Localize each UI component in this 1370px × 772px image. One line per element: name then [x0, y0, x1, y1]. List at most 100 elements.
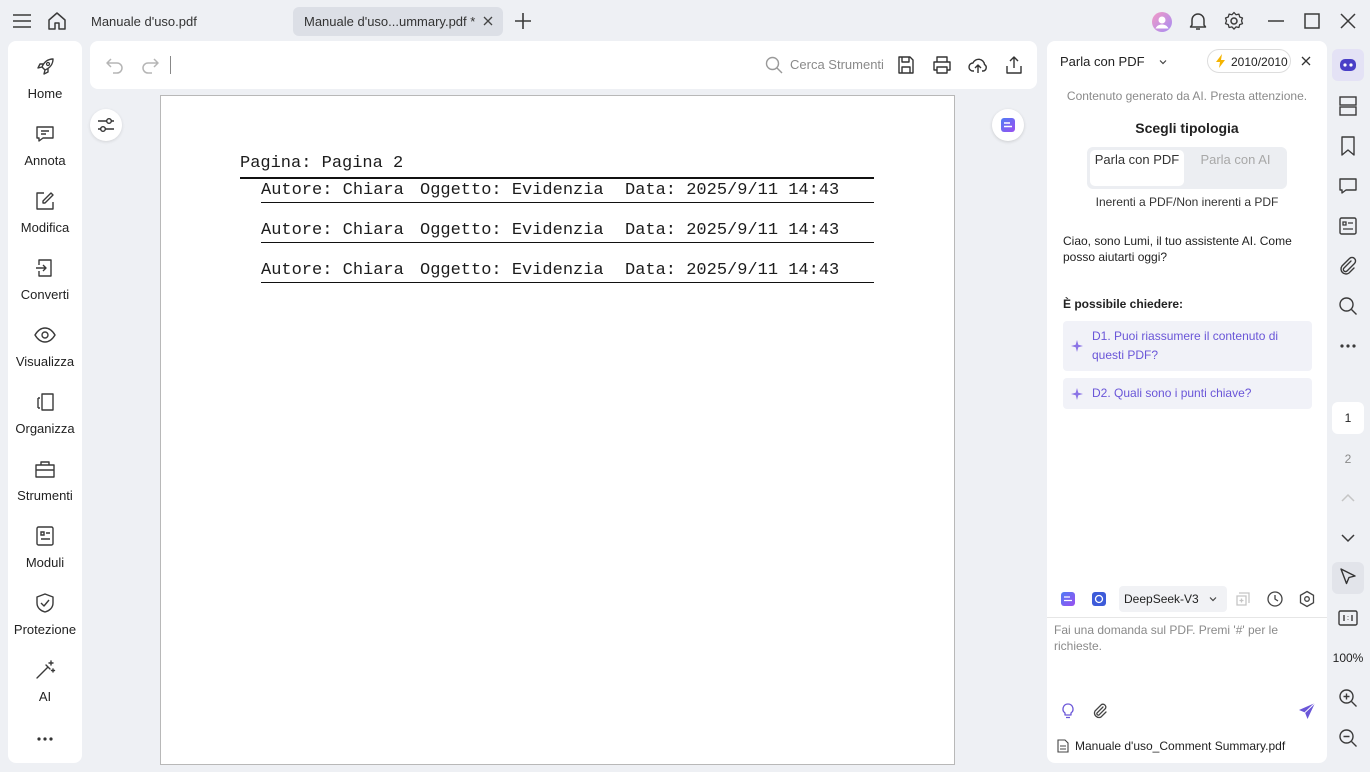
search-icon[interactable] [764, 55, 784, 75]
nav-label: Converti [20, 287, 70, 302]
segment-caption: Inerenti a PDF/Non inerenti a PDF [1095, 195, 1279, 209]
nav-home[interactable]: Home [8, 56, 82, 118]
ai-assistant-button[interactable] [992, 109, 1024, 141]
nav-organizza[interactable]: Organizza [8, 391, 82, 453]
chevron-down-icon[interactable] [1157, 56, 1169, 68]
rocket-icon [34, 56, 56, 78]
select-tool-button[interactable] [1332, 562, 1364, 594]
cloud-upload-icon[interactable] [968, 55, 988, 75]
page-number[interactable]: 2 [1332, 452, 1364, 466]
page-number-current[interactable]: 1 [1332, 411, 1364, 425]
eye-icon [34, 324, 56, 346]
undo-icon[interactable] [105, 55, 125, 75]
redo-icon[interactable] [140, 55, 160, 75]
home-icon[interactable] [47, 11, 67, 31]
chat-input[interactable]: Fai una domanda sul PDF. Premi '#' per l… [1054, 622, 1309, 654]
chat-mode-select[interactable]: Parla con PDF [1060, 54, 1145, 69]
nav-label: Annota [24, 153, 66, 168]
nav-strumenti[interactable]: Strumenti [8, 458, 82, 520]
model-name: DeepSeek-V3 [1124, 592, 1199, 606]
gear-icon[interactable] [1224, 11, 1244, 31]
tab-label: Manuale d'uso...ummary.pdf * [304, 14, 476, 29]
comment-date: Data: 2025/9/11 14:43 [625, 221, 840, 240]
cursor-icon [1340, 568, 1356, 585]
nav-modifica[interactable]: Modifica [8, 190, 82, 252]
send-icon[interactable] [1298, 702, 1316, 720]
bell-icon[interactable] [1188, 11, 1208, 31]
nav-moduli[interactable]: Moduli [8, 525, 82, 587]
save-icon[interactable] [896, 55, 916, 75]
suggested-question[interactable]: D2. Quali sono i punti chiave? [1063, 378, 1312, 409]
ai-assistant-icon [1001, 118, 1015, 132]
zoom-out-icon[interactable] [1337, 727, 1359, 749]
comments-icon[interactable] [1337, 175, 1359, 197]
nav-label: Strumenti [17, 488, 73, 503]
nav-protezione[interactable]: Protezione [8, 592, 82, 654]
toolbar: Cerca Strumenti [90, 41, 1037, 89]
bookmark-icon[interactable] [1337, 135, 1359, 157]
form-fields-icon[interactable] [1337, 215, 1359, 237]
assistant-greeting: Ciao, sono Lumi, il tuo assistente AI. C… [1063, 234, 1292, 264]
segment-talk-ai[interactable]: Parla con AI [1187, 150, 1284, 186]
tab-summary[interactable]: Manuale d'uso...ummary.pdf * [293, 7, 503, 36]
nav-ai[interactable]: AI [8, 659, 82, 721]
pdf-chat-icon[interactable] [1059, 590, 1077, 608]
suggested-question[interactable]: D1. Puoi riassumere il contenuto di ques… [1063, 321, 1312, 371]
maximize-icon[interactable] [1302, 11, 1322, 31]
edit-icon [34, 190, 56, 212]
actual-size-icon[interactable] [1337, 607, 1359, 629]
nav-label: Moduli [25, 555, 65, 570]
history-icon[interactable] [1266, 590, 1284, 608]
comment-date: Data: 2025/9/11 14:43 [625, 181, 840, 200]
nav-visualizza[interactable]: Visualizza [8, 324, 82, 386]
rail-ai-chat[interactable] [1332, 49, 1364, 81]
close-tab-icon[interactable] [482, 15, 494, 27]
new-chat-icon[interactable] [1234, 590, 1252, 608]
nav-label: Modifica [20, 220, 70, 235]
view-settings-button[interactable] [90, 109, 122, 141]
search-icon[interactable] [1337, 295, 1359, 317]
question-text: D2. Quali sono i punti chiave? [1092, 386, 1252, 400]
page-layout-icon[interactable] [1337, 95, 1359, 117]
page-heading: Pagina: Pagina 2 [240, 154, 404, 173]
new-tab-icon[interactable] [513, 11, 533, 31]
chat-settings-icon[interactable] [1298, 590, 1316, 608]
comment-subject: Oggetto: Evidenzia [420, 221, 604, 240]
toolbox-icon [34, 458, 56, 480]
chat-panel: Parla con PDF 2010/2010 Contenuto genera… [1047, 41, 1327, 763]
zoom-level[interactable]: 100% [1330, 651, 1366, 665]
chevron-up-icon[interactable] [1337, 487, 1359, 509]
print-icon[interactable] [932, 55, 952, 75]
comment-rule [261, 202, 874, 203]
close-panel-icon[interactable] [1300, 55, 1312, 67]
menu-icon[interactable] [12, 11, 32, 31]
credits-badge[interactable]: 2010/2010 [1207, 49, 1291, 73]
lightbulb-icon[interactable] [1059, 702, 1077, 720]
search-tools-input[interactable]: Cerca Strumenti [790, 57, 884, 72]
segment-talk-pdf[interactable]: Parla con PDF [1090, 150, 1184, 186]
ai-model-icon[interactable] [1090, 590, 1108, 608]
more-icon[interactable] [1337, 335, 1359, 357]
nav-label: AI [38, 689, 52, 704]
attach-icon[interactable] [1091, 702, 1109, 720]
comment-rule [261, 282, 874, 283]
minimize-icon[interactable] [1266, 11, 1286, 31]
chevron-down-icon[interactable] [1337, 527, 1359, 549]
model-select[interactable]: DeepSeek-V3 [1119, 586, 1227, 612]
tab-manuale[interactable]: Manuale d'uso.pdf [80, 7, 280, 36]
chat-divider [1047, 617, 1327, 618]
avatar[interactable] [1151, 11, 1172, 32]
close-window-icon[interactable] [1338, 11, 1358, 31]
sparkle-icon [1071, 340, 1083, 352]
paperclip-icon[interactable] [1337, 255, 1359, 277]
choose-type-title: Scegli tipologia [1135, 120, 1239, 136]
pdf-page: Pagina: Pagina 2 Autore: Chiara Oggetto:… [160, 95, 955, 765]
nav-annota[interactable]: Annota [8, 123, 82, 185]
comment-icon [34, 123, 56, 145]
comment-rule [261, 242, 874, 243]
zoom-in-icon[interactable] [1337, 687, 1359, 709]
share-icon[interactable] [1004, 55, 1024, 75]
comment-date: Data: 2025/9/11 14:43 [625, 261, 840, 280]
nav-converti[interactable]: Converti [8, 257, 82, 319]
more-icon[interactable] [35, 729, 55, 749]
